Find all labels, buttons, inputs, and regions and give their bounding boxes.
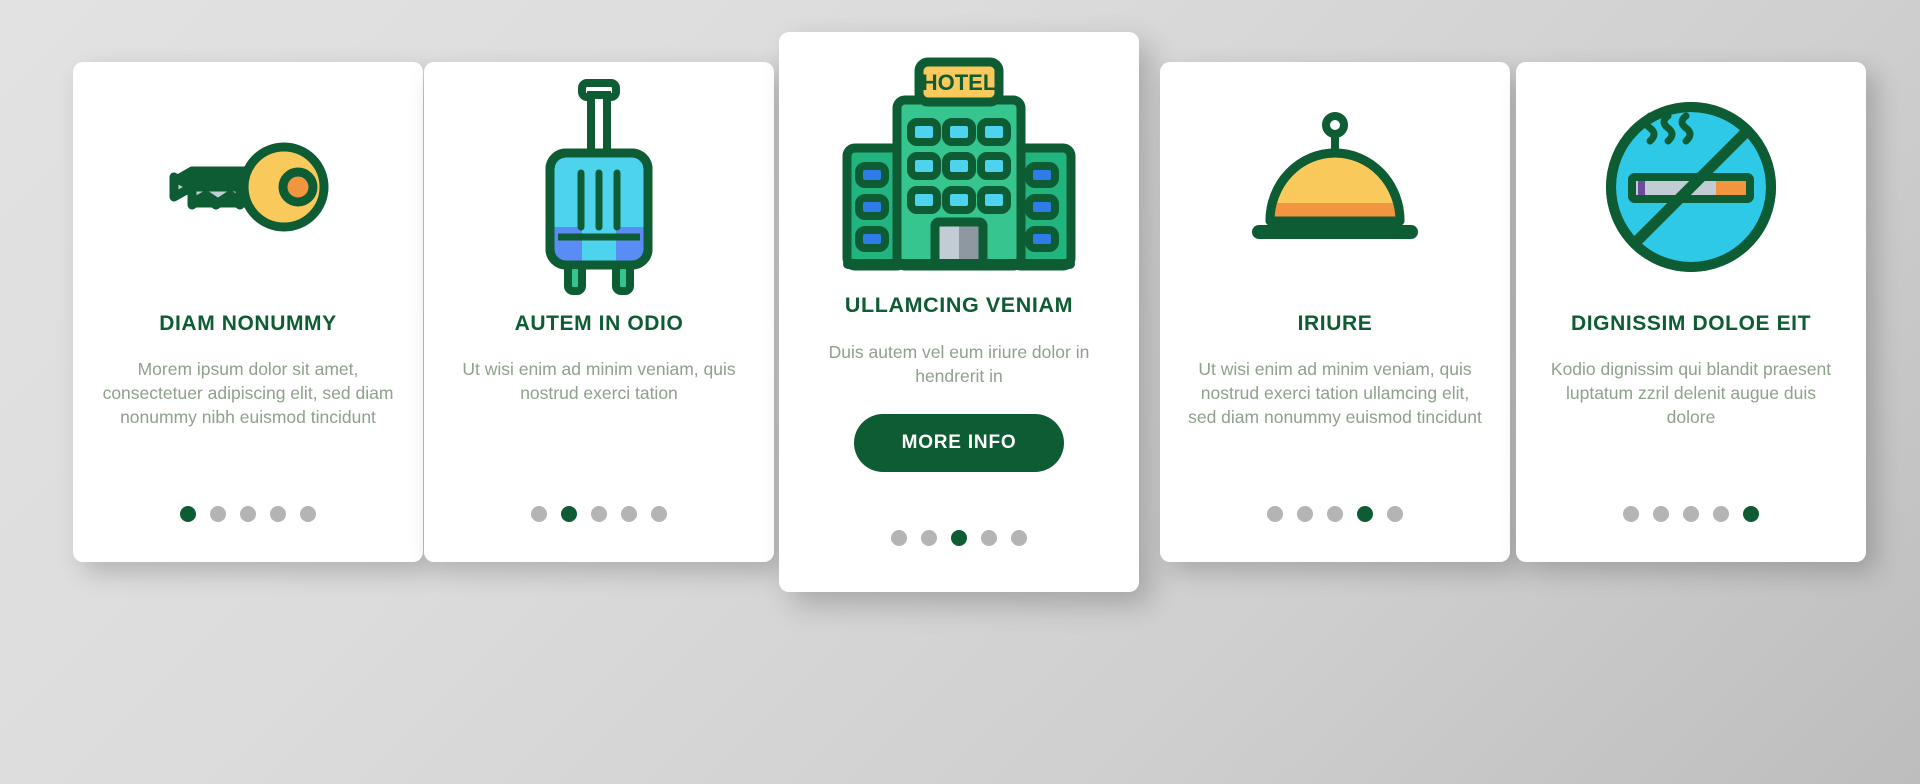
card-description: Ut wisi enim ad minim veniam, quis nostr… — [1188, 359, 1482, 428]
pagination-dots[interactable] — [424, 506, 774, 522]
service-bell-icon — [1160, 62, 1510, 312]
key-icon — [73, 62, 423, 312]
card-description: Ut wisi enim ad minim veniam, quis nostr… — [462, 359, 736, 404]
pagination-dot[interactable] — [210, 506, 226, 522]
card-description: Kodio dignissim qui blandit praesent lup… — [1550, 359, 1832, 428]
pagination-dot[interactable] — [1683, 506, 1699, 522]
card-title: DIGNISSIM DOLOE EIT — [1570, 312, 1812, 335]
pagination-dot[interactable] — [1011, 530, 1027, 546]
no-smoking-icon — [1516, 62, 1866, 312]
card-title: ULLAMCING VENIAM — [844, 293, 1074, 317]
pagination-dot[interactable] — [1713, 506, 1729, 522]
pagination-dot[interactable] — [591, 506, 607, 522]
pagination-dot[interactable] — [1267, 506, 1283, 522]
onboarding-card-suitcase[interactable]: AUTEM IN ODIO Ut wisi enim ad minim veni… — [424, 62, 774, 562]
pagination-dots[interactable] — [1516, 506, 1866, 522]
pagination-dot[interactable] — [1387, 506, 1403, 522]
card-description: Duis autem vel eum iriure dolor in hendr… — [828, 341, 1090, 386]
pagination-dot[interactable] — [951, 530, 967, 546]
card-title: IRIURE — [1297, 312, 1373, 335]
onboarding-screens-stage: DIAM NONUMMY Morem ipsum dolor sit amet,… — [0, 0, 1920, 784]
pagination-dot[interactable] — [1743, 506, 1759, 522]
pagination-dot[interactable] — [1623, 506, 1639, 522]
onboarding-card-key[interactable]: DIAM NONUMMY Morem ipsum dolor sit amet,… — [73, 62, 423, 562]
pagination-dot[interactable] — [1327, 506, 1343, 522]
pagination-dot[interactable] — [240, 506, 256, 522]
onboarding-card-no-smoking[interactable]: DIGNISSIM DOLOE EIT Kodio dignissim qui … — [1516, 62, 1866, 562]
pagination-dot[interactable] — [981, 530, 997, 546]
pagination-dot[interactable] — [531, 506, 547, 522]
pagination-dots[interactable] — [73, 506, 423, 522]
pagination-dot[interactable] — [891, 530, 907, 546]
card-title: DIAM NONUMMY — [159, 312, 337, 335]
pagination-dot[interactable] — [180, 506, 196, 522]
pagination-dot[interactable] — [1653, 506, 1669, 522]
pagination-dot[interactable] — [561, 506, 577, 522]
hotel-building-icon: HOTEL — [779, 32, 1139, 294]
pagination-dot[interactable] — [621, 506, 637, 522]
suitcase-icon — [424, 62, 774, 312]
pagination-dots[interactable] — [1160, 506, 1510, 522]
pagination-dot[interactable] — [651, 506, 667, 522]
hotel-sign-text: HOTEL — [922, 70, 997, 95]
card-title: AUTEM IN ODIO — [514, 312, 684, 335]
pagination-dot[interactable] — [270, 506, 286, 522]
pagination-dot[interactable] — [1297, 506, 1313, 522]
pagination-dots[interactable] — [779, 530, 1139, 546]
pagination-dot[interactable] — [300, 506, 316, 522]
pagination-dot[interactable] — [921, 530, 937, 546]
more-info-button[interactable]: MORE INFO — [853, 413, 1065, 472]
card-description: Morem ipsum dolor sit amet, consectetuer… — [102, 359, 394, 428]
pagination-dot[interactable] — [1357, 506, 1373, 522]
onboarding-card-bell[interactable]: IRIURE Ut wisi enim ad minim veniam, qui… — [1160, 62, 1510, 562]
onboarding-card-hotel[interactable]: HOTEL ULLAMCING VENIAM Duis autem vel eu… — [779, 32, 1139, 592]
